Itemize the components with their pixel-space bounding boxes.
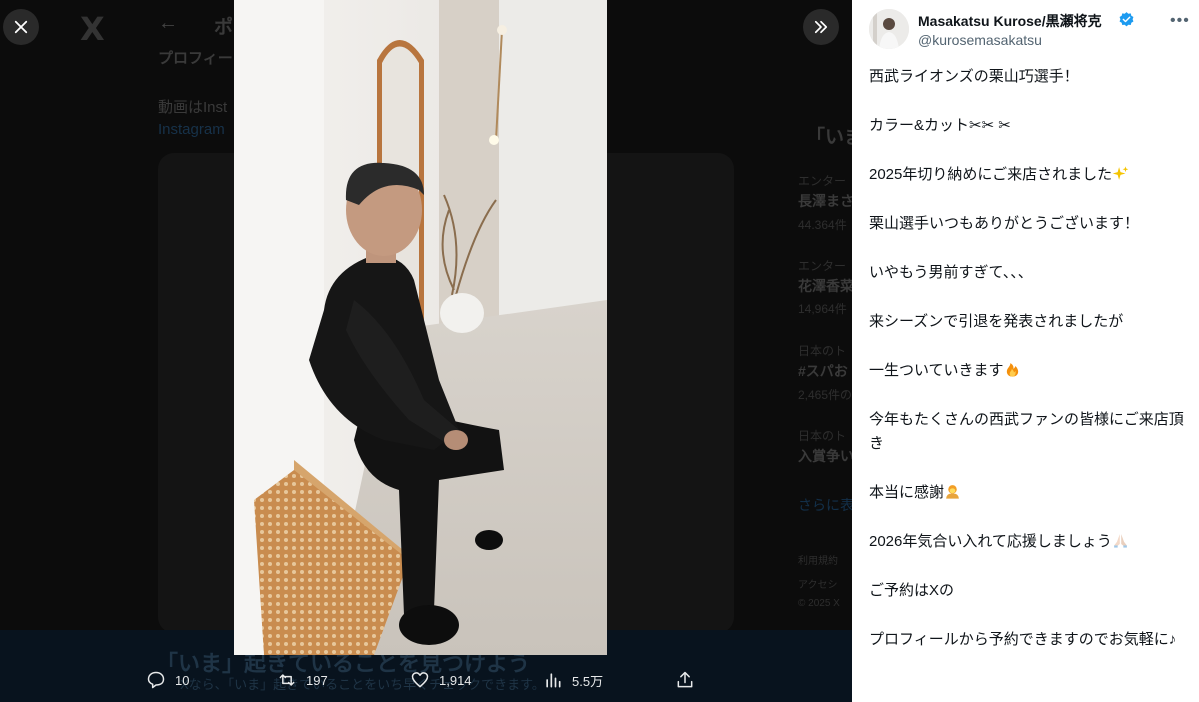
trend-category: 日本のト <box>798 344 847 358</box>
like-button[interactable]: 1,914 <box>410 668 472 692</box>
paragraph-text: ご予約はXの <box>869 582 955 599</box>
avatar-photo-icon <box>869 9 909 49</box>
post-paragraph: 栗山選手いつもありがとうございます！ <box>869 212 1189 236</box>
trend-category: エンター <box>798 174 847 188</box>
media-photo[interactable] <box>234 0 607 655</box>
trend-count: 2,465件の <box>798 388 852 402</box>
fire-icon <box>1006 363 1018 377</box>
trend-category: エンター <box>798 259 847 273</box>
paragraph-text: 来シーズンで引退を発表されましたが <box>869 313 1124 330</box>
footer-line: © 2025 X <box>798 598 840 609</box>
x-logo-icon: X <box>80 10 105 48</box>
paragraph-text: 本当に感謝 <box>869 484 945 501</box>
trend-name: #スパお <box>798 363 848 379</box>
folded-hands-icon <box>1114 534 1127 548</box>
paragraph-text: 一生ついていきます <box>869 362 1004 379</box>
post-paragraph: 来シーズンで引退を発表されましたが <box>869 310 1189 334</box>
background-instagram-link: Instagram <box>158 121 225 138</box>
sparkles-icon <box>1112 166 1129 180</box>
post-paragraph: 西武ライオンズの栗山巧選手！ <box>869 65 1189 89</box>
trend-category: 日本のト <box>798 429 847 443</box>
verified-badge-icon <box>1119 12 1134 27</box>
views-button[interactable]: 5.5万 <box>543 668 603 692</box>
analytics-icon <box>546 673 561 688</box>
repost-icon <box>279 674 295 686</box>
trend-name: 入賞争い <box>798 448 852 464</box>
avatar[interactable] <box>869 9 909 49</box>
post-paragraph: 今年もたくさんの西武ファンの皆様にご来店頂き <box>869 408 1189 456</box>
paragraph-text: いやもう男前すぎて、、、 <box>869 264 1033 281</box>
person-bowing-icon <box>946 485 959 499</box>
footer-line: 利用規約 <box>798 556 838 567</box>
trend-count: 44.364件 <box>798 218 847 232</box>
share-button[interactable] <box>675 668 695 692</box>
paragraph-text: 今年もたくさんの西武ファンの皆様にご来店頂き <box>869 411 1184 452</box>
author-handle[interactable]: @kurosemasakatsu <box>918 32 1042 48</box>
repost-count: 197 <box>306 672 328 688</box>
reply-count: 10 <box>175 672 190 688</box>
share-icon <box>677 671 693 688</box>
paragraph-text: 2026年気合い入れて応援しましょう <box>869 533 1112 550</box>
post-paragraph: ご予約はXの <box>869 579 1189 603</box>
double-chevron-right-icon <box>814 20 828 34</box>
paragraph-text: 栗山選手いつもありがとうございます！ <box>869 215 1140 232</box>
post-paragraph: カラー&カット✂︎✂︎ ✂︎ <box>869 114 1189 138</box>
post-paragraph: 本当に感謝 <box>869 481 1189 505</box>
post-paragraph: プロフィールから予約できますのでお気軽に♪ <box>869 628 1189 652</box>
more-options-button[interactable]: ••• <box>1170 12 1190 30</box>
like-count: 1,914 <box>439 672 472 688</box>
post-paragraph: いやもう男前すぎて、、、 <box>869 261 1189 285</box>
photo-illustration <box>234 0 607 655</box>
reply-icon <box>147 671 165 689</box>
post-paragraph: 一生ついていきます <box>869 359 1189 383</box>
repost-button[interactable]: 197 <box>277 668 328 692</box>
trend-name: 長澤まさ <box>798 193 852 209</box>
background-profile-line: プロフィー <box>158 50 233 67</box>
back-arrow-icon: ← <box>158 12 178 34</box>
reply-button[interactable]: 10 <box>146 668 189 692</box>
heart-icon <box>411 672 429 688</box>
views-count: 5.5万 <box>572 673 604 689</box>
show-more-link: さらに表 <box>798 497 852 513</box>
footer-line: アクセシ <box>798 580 838 591</box>
close-icon <box>14 20 28 34</box>
signup-banner-subtitle: Xなら、「いま」起きていることをいち早くチェックできます。 <box>180 677 545 692</box>
background-video-line: 動画はInst <box>158 99 228 116</box>
trend-count: 14,964件 <box>798 302 847 316</box>
author-name[interactable]: Masakatsu Kurose/黒瀬将克 <box>918 11 1102 31</box>
paragraph-text: カラー&カット✂︎✂︎ ✂︎ <box>869 117 1011 134</box>
post-body: 西武ライオンズの栗山巧選手！ カラー&カット✂︎✂︎ ✂︎ 2025年切り納めに… <box>869 65 1189 677</box>
trend-name: 花澤香菜 <box>798 278 852 294</box>
post-detail-panel: Masakatsu Kurose/黒瀬将克 @kurosemasakatsu •… <box>852 0 1199 702</box>
paragraph-text: プロフィールから予約できますのでお気軽に♪ <box>869 631 1177 648</box>
expand-panel-button[interactable] <box>803 9 839 45</box>
paragraph-text: 2025年切り納めにご来店されました <box>869 166 1113 183</box>
background-title: ポ <box>214 17 234 38</box>
post-paragraph: 2026年気合い入れて応援しましょう <box>869 530 1189 554</box>
close-button[interactable] <box>3 9 39 45</box>
post-paragraph: 2025年切り納めにご来店されました <box>869 163 1189 187</box>
paragraph-text: 西武ライオンズの栗山巧選手！ <box>869 68 1079 85</box>
background-trends-sidebar: 「いま エンター 長澤まさ 44.364件 エンター 花澤香菜 14,964件 … <box>786 0 852 702</box>
trends-title: 「いま <box>806 127 852 148</box>
